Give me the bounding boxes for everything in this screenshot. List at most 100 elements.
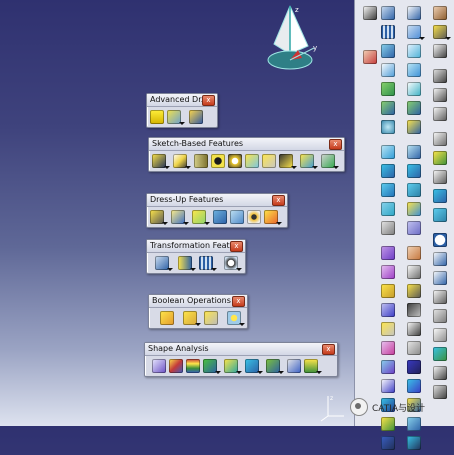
scaling-icon[interactable] bbox=[224, 256, 242, 271]
anchor-icon[interactable] bbox=[433, 385, 447, 399]
pocket-icon[interactable] bbox=[173, 154, 191, 169]
toolbar-advanced-dress-up[interactable]: Advanced Dr... x bbox=[146, 93, 218, 128]
connect-curve-icon[interactable] bbox=[407, 63, 421, 77]
snap-icon[interactable] bbox=[433, 170, 447, 184]
reflect-line-icon[interactable] bbox=[407, 221, 421, 235]
toolbar-sketch-based-features[interactable]: Sketch-Based Features x bbox=[148, 137, 345, 172]
stiffener-icon[interactable] bbox=[279, 154, 297, 169]
toolbar-title[interactable]: Dress-Up Features x bbox=[147, 194, 287, 207]
translate-icon[interactable] bbox=[381, 379, 395, 393]
constraint-icon[interactable] bbox=[433, 88, 447, 102]
shell-icon[interactable] bbox=[213, 210, 227, 224]
hole-icon[interactable] bbox=[211, 154, 225, 168]
rib-icon[interactable] bbox=[245, 154, 259, 168]
join-icon[interactable] bbox=[381, 246, 395, 260]
spline-icon[interactable] bbox=[407, 25, 425, 40]
plane-system-icon[interactable] bbox=[433, 151, 447, 165]
line-style-icon[interactable] bbox=[433, 132, 447, 146]
isophote-icon[interactable] bbox=[304, 359, 322, 374]
measure-icon[interactable] bbox=[407, 379, 421, 393]
split-icon[interactable] bbox=[381, 303, 395, 317]
close-icon[interactable]: x bbox=[329, 139, 342, 150]
projection-icon[interactable] bbox=[407, 120, 421, 134]
plane-between-icon[interactable] bbox=[407, 284, 421, 298]
sphere-icon[interactable] bbox=[381, 120, 395, 134]
dimension-icon[interactable] bbox=[407, 417, 421, 431]
blend-icon[interactable] bbox=[381, 221, 395, 235]
solid-box-icon[interactable] bbox=[189, 110, 203, 124]
toolbar-title[interactable]: Sketch-Based Features x bbox=[149, 138, 344, 151]
rect-pattern-icon[interactable] bbox=[199, 256, 217, 271]
corner-icon[interactable] bbox=[407, 183, 421, 197]
draft-analysis-icon[interactable] bbox=[186, 359, 200, 373]
fill-icon[interactable] bbox=[381, 183, 395, 197]
light-icon[interactable] bbox=[287, 359, 301, 373]
remove-loft-icon[interactable] bbox=[321, 154, 339, 169]
shaft-icon[interactable] bbox=[194, 154, 208, 168]
loft-icon[interactable] bbox=[300, 154, 318, 169]
explode-icon[interactable] bbox=[433, 44, 447, 58]
intersect-icon[interactable] bbox=[227, 311, 245, 326]
offset-icon[interactable] bbox=[381, 145, 395, 159]
close-icon[interactable]: x bbox=[202, 95, 215, 106]
circle-icon[interactable] bbox=[407, 44, 421, 58]
law-icon[interactable] bbox=[433, 252, 447, 266]
toolbar-title[interactable]: Shape Analysis x bbox=[145, 343, 337, 356]
extrapolate-icon[interactable] bbox=[381, 436, 395, 450]
add-icon[interactable] bbox=[183, 311, 201, 326]
toolbar-boolean-operations[interactable]: Boolean Operations x bbox=[148, 294, 248, 329]
toolbar-shape-analysis[interactable]: Shape Analysis x bbox=[144, 342, 338, 377]
line-icon[interactable] bbox=[381, 63, 395, 77]
toolbar-transformation-features[interactable]: Transformation Feat... x bbox=[146, 239, 246, 274]
multi-section-surface-icon[interactable] bbox=[381, 202, 395, 216]
plane-icon[interactable] bbox=[381, 44, 395, 58]
sketch-icon[interactable] bbox=[363, 6, 377, 20]
groove-icon[interactable] bbox=[228, 154, 242, 168]
view-icon[interactable] bbox=[433, 208, 447, 222]
close-icon[interactable]: x bbox=[272, 195, 285, 206]
thread-icon[interactable] bbox=[247, 210, 261, 224]
silhouette-icon[interactable] bbox=[407, 246, 421, 260]
surface-curvature-icon[interactable] bbox=[245, 359, 263, 374]
multi-sided-pad-icon[interactable] bbox=[167, 110, 185, 125]
close-icon[interactable]: x bbox=[230, 241, 243, 252]
slot-icon[interactable] bbox=[262, 154, 276, 168]
render-style-icon[interactable] bbox=[433, 69, 447, 83]
healing-icon[interactable] bbox=[381, 265, 395, 279]
bounding-icon[interactable] bbox=[407, 341, 421, 355]
formula-icon[interactable] bbox=[433, 309, 447, 323]
knowledge-icon[interactable] bbox=[433, 25, 451, 40]
sweep-icon[interactable] bbox=[381, 164, 395, 178]
apply-material-icon[interactable] bbox=[433, 6, 447, 20]
point-icon[interactable] bbox=[381, 6, 395, 20]
toolbar-title[interactable]: Advanced Dr... x bbox=[147, 94, 217, 107]
axis-system-icon[interactable] bbox=[433, 107, 447, 121]
connect-checker-icon[interactable] bbox=[169, 359, 183, 373]
extract-icon[interactable] bbox=[381, 360, 395, 374]
thickness-icon[interactable] bbox=[230, 210, 244, 224]
color-icon[interactable] bbox=[433, 347, 447, 361]
extrude-icon[interactable] bbox=[381, 82, 395, 96]
remove-lump-icon[interactable] bbox=[204, 311, 218, 325]
parallel-curve-icon[interactable] bbox=[407, 164, 421, 178]
untrim-icon[interactable] bbox=[381, 284, 395, 298]
compass-icon[interactable]: y z bbox=[262, 2, 328, 78]
spiral-icon[interactable] bbox=[407, 101, 421, 115]
mirror-icon[interactable] bbox=[178, 256, 196, 271]
revolve-icon[interactable] bbox=[381, 101, 395, 115]
scale-icon[interactable] bbox=[381, 417, 395, 431]
surface-icon[interactable] bbox=[433, 189, 447, 203]
translation-icon[interactable] bbox=[155, 256, 173, 271]
close-icon[interactable]: x bbox=[232, 296, 245, 307]
graph-icon[interactable] bbox=[433, 271, 447, 285]
distance-icon[interactable] bbox=[407, 322, 421, 336]
parameters-icon[interactable] bbox=[433, 290, 447, 304]
trim-icon[interactable] bbox=[381, 322, 395, 336]
distance-analysis-icon[interactable] bbox=[224, 359, 242, 374]
chamfer-icon[interactable] bbox=[171, 210, 189, 225]
ruled-icon[interactable] bbox=[407, 265, 421, 279]
grid-icon[interactable] bbox=[381, 25, 395, 39]
curve-analysis-icon[interactable] bbox=[152, 359, 166, 373]
draft-icon[interactable] bbox=[192, 210, 210, 225]
helix-icon[interactable] bbox=[407, 82, 421, 96]
